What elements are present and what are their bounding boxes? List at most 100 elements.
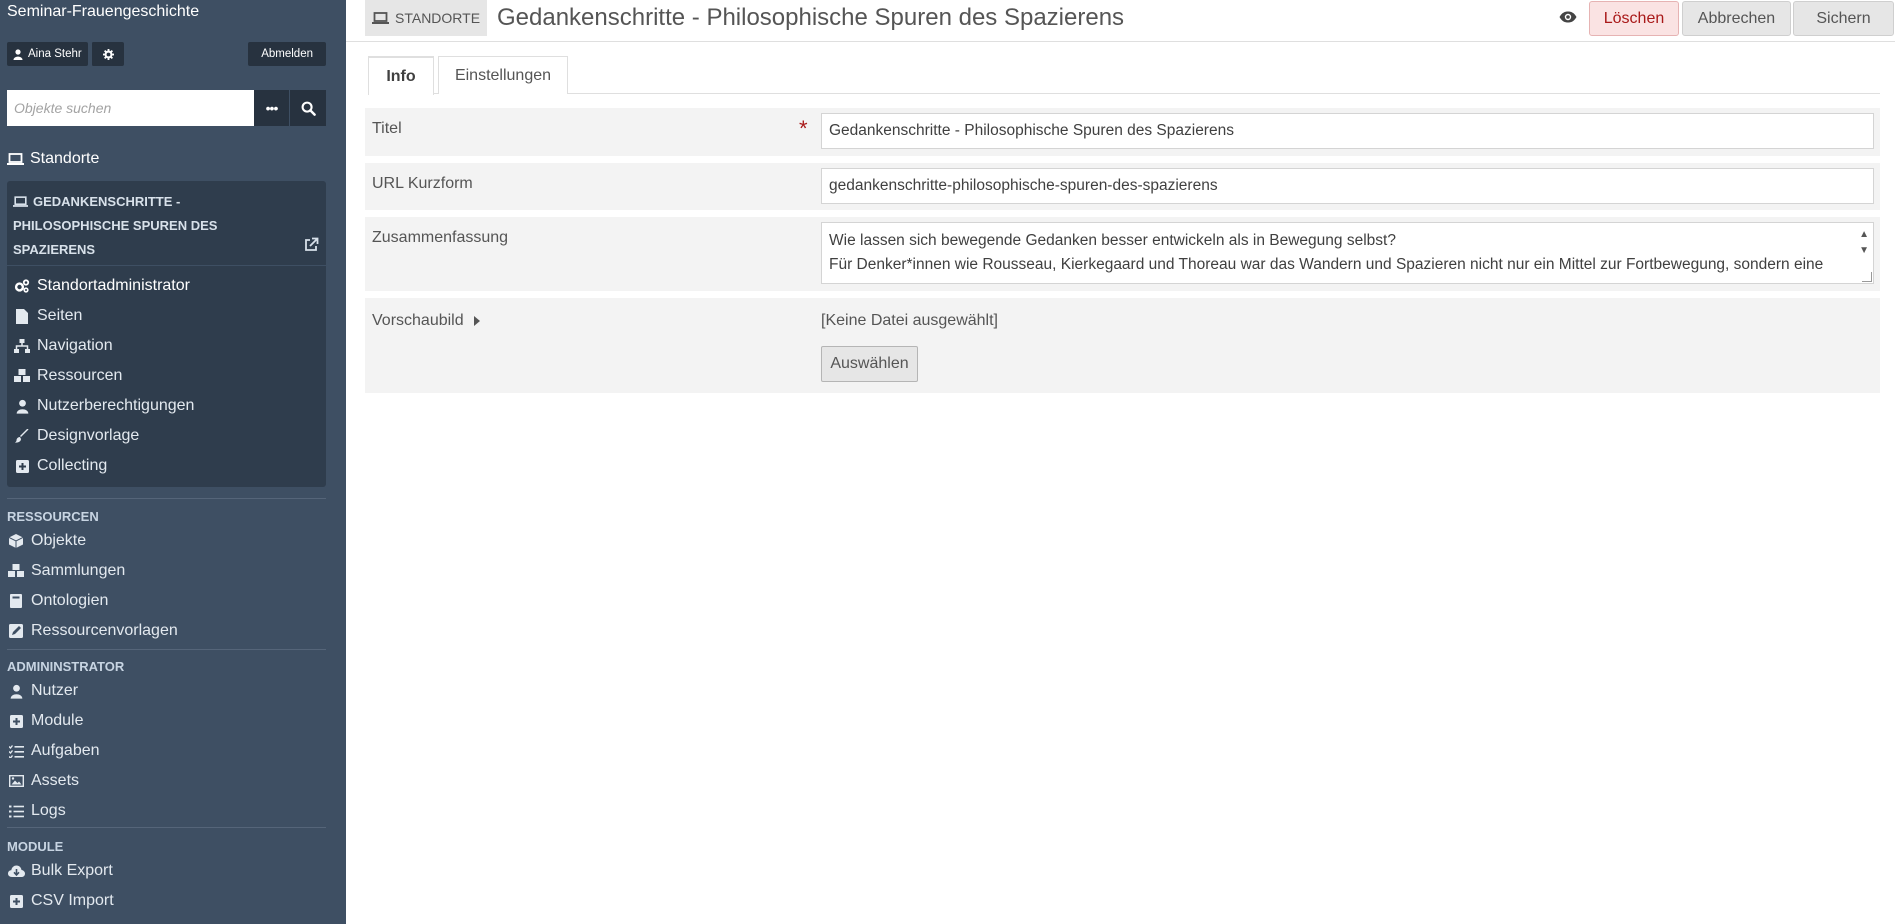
user-button[interactable]: Aina Stehr <box>7 42 88 66</box>
site-menu-item-ressourcen[interactable]: Ressourcen <box>13 361 194 391</box>
slug-label: URL Kurzform <box>372 175 473 193</box>
form-row-slug: URL Kurzform gedankenschritte-philosophi… <box>365 163 1880 210</box>
title-label: Titel <box>372 120 402 138</box>
site-menu-item-navigation[interactable]: Navigation <box>13 331 194 361</box>
laptop-icon <box>372 11 389 24</box>
tasks-icon <box>7 744 25 758</box>
admin-menu: Nutzer Module Aufgaben Assets Logs <box>7 676 100 826</box>
sites-heading[interactable]: Standorte <box>7 150 99 168</box>
summary-line: Für Denker*innen wie Rousseau, Kierkegaa… <box>829 256 1824 273</box>
cogs-icon <box>13 279 31 293</box>
divider <box>7 827 326 828</box>
site-menu-label: Seiten <box>37 307 83 324</box>
cubes-icon <box>7 564 25 578</box>
tab-info[interactable]: Info <box>368 56 434 95</box>
slug-input[interactable]: gedankenschritte-philosophische-spuren-d… <box>821 168 1874 204</box>
delete-button[interactable]: Löschen <box>1589 1 1679 36</box>
site-menu-item-nutzerberechtigungen[interactable]: Nutzerberechtigungen <box>13 391 194 421</box>
module-menu: Bulk Export CSV Import <box>7 856 114 916</box>
menu-label: Ontologien <box>31 592 109 609</box>
cloud-download-icon <box>7 865 25 878</box>
menu-item-aufgaben[interactable]: Aufgaben <box>7 736 100 766</box>
current-site-name: GEDANKENSCHRITTE - PHILOSOPHISCHE SPUREN… <box>13 194 218 257</box>
menu-label: Logs <box>31 802 66 819</box>
user-icon <box>7 684 25 699</box>
menu-item-logs[interactable]: Logs <box>7 796 100 826</box>
divider <box>7 265 326 266</box>
page-title: Gedankenschritte - Philosophische Spuren… <box>497 4 1125 31</box>
thumbnail-label-text: Vorschaubild <box>372 312 464 329</box>
breadcrumb[interactable]: STANDORTE <box>365 0 488 36</box>
form-row-thumbnail: Vorschaubild [Keine Datei ausgewählt] Au… <box>365 298 1880 393</box>
menu-item-csv-import[interactable]: CSV Import <box>7 886 114 916</box>
menu-item-ressourcenvorlagen[interactable]: Ressourcenvorlagen <box>7 616 178 646</box>
summary-label: Zusammenfassung <box>372 229 508 247</box>
slug-label-text: URL Kurzform <box>372 175 473 192</box>
menu-label: Module <box>31 712 84 729</box>
site-menu-label: Ressourcen <box>37 367 123 384</box>
menu-item-module[interactable]: Module <box>7 706 100 736</box>
no-file-text: [Keine Datei ausgewählt] <box>821 312 998 329</box>
sites-heading-label: Standorte <box>30 150 100 167</box>
site-menu-item-seiten[interactable]: Seiten <box>13 301 194 331</box>
tab-bar: Info Einstellungen <box>368 56 1880 95</box>
user-icon <box>13 48 23 60</box>
menu-item-nutzer[interactable]: Nutzer <box>7 676 100 706</box>
plus-square-icon <box>7 714 25 728</box>
menu-label: CSV Import <box>31 892 114 909</box>
main-content: STANDORTE Gedankenschritte - Philosophis… <box>346 0 1895 924</box>
module-heading: MODULE <box>7 839 64 854</box>
eye-icon <box>1559 11 1577 23</box>
view-public-button[interactable] <box>1559 10 1577 28</box>
site-menu-item-collecting[interactable]: Collecting <box>13 451 194 481</box>
plus-square-icon <box>13 459 31 473</box>
site-menu-label: Nutzerberechtigungen <box>37 397 195 414</box>
summary-textarea[interactable]: Wie lassen sich bewegende Gedanken besse… <box>821 222 1874 284</box>
caret-right-icon <box>473 316 480 326</box>
page-header: STANDORTE Gedankenschritte - Philosophis… <box>346 0 1895 42</box>
menu-label: Aufgaben <box>31 742 100 759</box>
cubes-icon <box>13 369 31 383</box>
site-title[interactable]: Seminar-Frauengeschichte <box>0 0 346 28</box>
sidebar: Seminar-Frauengeschichte Aina Stehr Abme… <box>0 0 346 924</box>
textarea-scrollbar[interactable]: ▲ ▼ <box>1859 227 1869 259</box>
save-button[interactable]: Sichern <box>1793 1 1894 36</box>
cube-icon <box>7 534 25 548</box>
thumbnail-label[interactable]: Vorschaubild <box>372 312 480 330</box>
list-icon <box>7 805 25 818</box>
menu-item-ontologien[interactable]: Ontologien <box>7 586 178 616</box>
user-settings-button[interactable] <box>91 42 124 66</box>
resources-heading: RESSOURCEN <box>7 509 99 524</box>
menu-label: Ressourcenvorlagen <box>31 622 178 639</box>
site-menu-item-designvorlage[interactable]: Designvorlage <box>13 421 194 451</box>
sitemap-icon <box>13 339 31 353</box>
brush-icon <box>13 429 31 443</box>
search-options-button[interactable]: ••• <box>254 90 290 126</box>
search-input[interactable] <box>7 90 254 126</box>
menu-label: Assets <box>31 772 80 789</box>
current-site-link[interactable]: GEDANKENSCHRITTE - PHILOSOPHISCHE SPUREN… <box>13 190 273 262</box>
edit-icon <box>7 624 25 638</box>
user-name: Aina Stehr <box>28 48 82 60</box>
menu-item-objekte[interactable]: Objekte <box>7 526 178 556</box>
summary-line: Wie lassen sich bewegende Gedanken besse… <box>829 232 1396 249</box>
search-icon <box>301 101 316 116</box>
search-button[interactable] <box>290 90 326 126</box>
title-input[interactable]: Gedankenschritte - Philosophische Spuren… <box>821 113 1874 149</box>
resources-menu: Objekte Sammlungen Ontologien Ressourcen… <box>7 526 178 646</box>
menu-item-assets[interactable]: Assets <box>7 766 100 796</box>
open-site-button[interactable] <box>303 237 319 258</box>
choose-file-button[interactable]: Auswählen <box>821 346 918 382</box>
site-menu-item-standortadministrator[interactable]: Standortadministrator <box>13 271 194 301</box>
menu-item-bulk-export[interactable]: Bulk Export <box>7 856 114 886</box>
plus-square-icon <box>7 894 25 908</box>
menu-item-sammlungen[interactable]: Sammlungen <box>7 556 178 586</box>
site-menu-label: Navigation <box>37 337 113 354</box>
resize-handle[interactable] <box>1862 272 1872 282</box>
tab-einstellungen[interactable]: Einstellungen <box>438 56 568 94</box>
breadcrumb-label: STANDORTE <box>395 10 481 26</box>
book-icon <box>7 594 25 608</box>
cancel-button[interactable]: Abbrechen <box>1682 1 1791 36</box>
logout-button[interactable]: Abmelden <box>248 42 326 66</box>
site-menu-label: Designvorlage <box>37 427 140 444</box>
